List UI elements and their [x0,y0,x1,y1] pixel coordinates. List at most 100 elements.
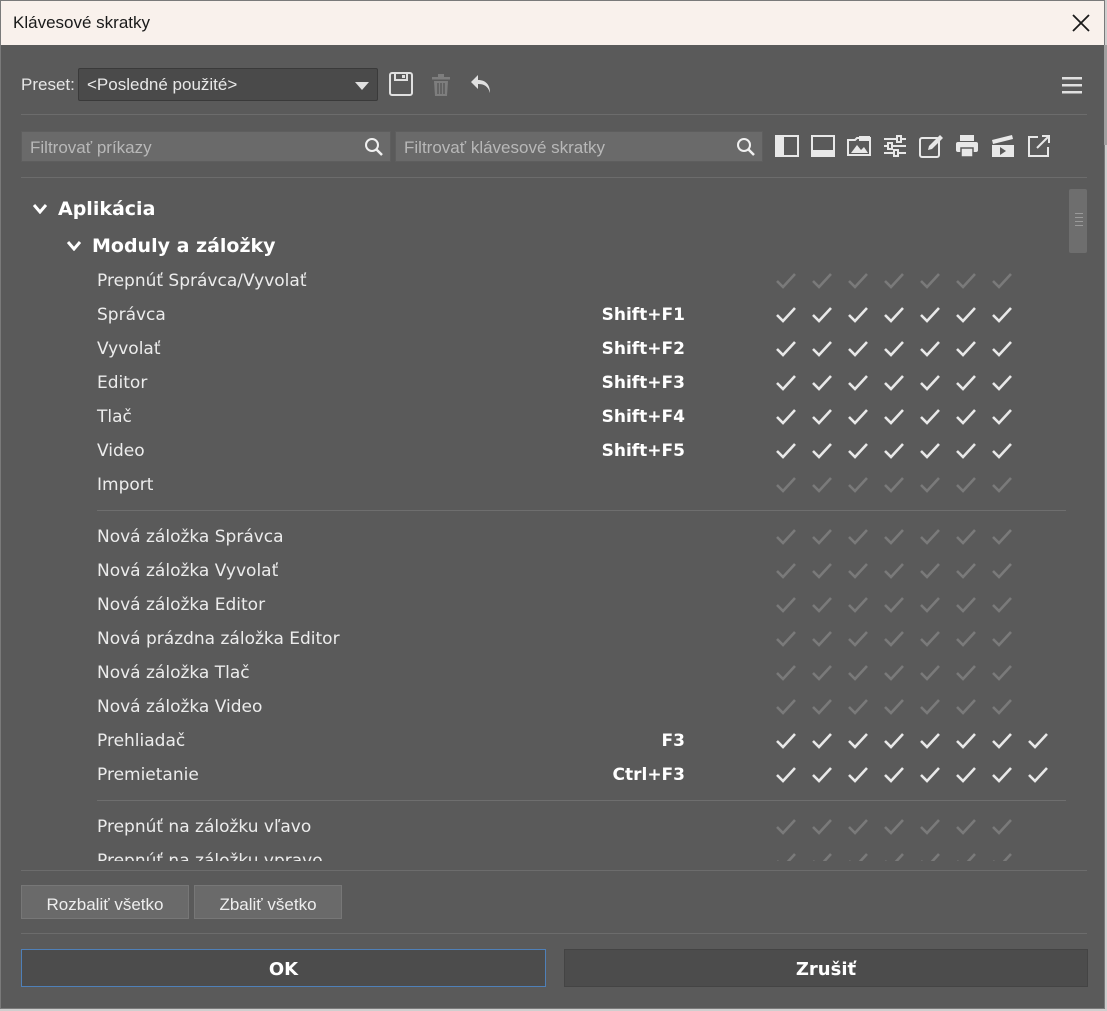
checkmark-icon[interactable] [811,373,833,393]
checkmark-icon[interactable] [775,339,797,359]
checkmark-icon[interactable] [775,629,797,649]
checkmark-icon[interactable] [811,339,833,359]
checkmark-icon[interactable] [847,731,869,751]
checkmark-icon[interactable] [955,851,977,861]
checkmark-icon[interactable] [991,441,1013,461]
checkmark-icon[interactable] [991,595,1013,615]
checkmark-icon[interactable] [991,629,1013,649]
checkmark-icon[interactable] [847,339,869,359]
shortcut-row[interactable]: Vyvolať Shift+F2 [97,332,1066,366]
shortcut-row[interactable]: Nová záložka Vyvolať [97,554,1066,588]
scrollbar[interactable] [1067,187,1087,861]
checkmark-icon[interactable] [775,271,797,291]
checkmark-icon[interactable] [775,595,797,615]
trash-icon[interactable] [428,72,454,98]
checkmark-icon[interactable] [811,663,833,683]
checkmark-icon[interactable] [847,851,869,861]
checkmark-icon[interactable] [919,697,941,717]
export-icon[interactable] [1026,133,1052,159]
checkmark-icon[interactable] [883,561,905,581]
checkmark-icon[interactable] [955,663,977,683]
filter-commands-input[interactable]: Filtrovať príkazy [21,131,391,162]
checkmark-icon[interactable] [919,731,941,751]
checkmark-icon[interactable] [919,373,941,393]
checkmark-icon[interactable] [883,441,905,461]
checkmark-icon[interactable] [847,271,869,291]
checkmark-icon[interactable] [883,731,905,751]
checkmark-icon[interactable] [811,305,833,325]
checkmark-icon[interactable] [955,595,977,615]
checkmark-icon[interactable] [847,527,869,547]
checkmark-icon[interactable] [847,475,869,495]
chevron-down-icon[interactable] [67,241,81,251]
shortcut-row[interactable]: Editor Shift+F3 [97,366,1066,400]
undo-icon[interactable] [468,71,494,97]
checkmark-icon[interactable] [991,817,1013,837]
checkmark-icon[interactable] [919,271,941,291]
expand-all-button[interactable]: Rozbaliť všetko [21,885,189,919]
chevron-down-icon[interactable] [33,204,47,214]
shortcut-row[interactable]: Prepnúť na záložku vpravo [97,844,1066,861]
checkmark-icon[interactable] [847,407,869,427]
checkmark-icon[interactable] [883,851,905,861]
checkmark-icon[interactable] [847,817,869,837]
checkmark-icon[interactable] [811,441,833,461]
cancel-button[interactable]: Zrušiť [564,949,1088,987]
checkmark-icon[interactable] [955,561,977,581]
checkmark-icon[interactable] [775,663,797,683]
ok-button[interactable]: OK [21,949,546,987]
save-icon[interactable] [388,71,414,97]
checkmark-icon[interactable] [991,271,1013,291]
shortcut-row[interactable]: Video Shift+F5 [97,434,1066,468]
checkmark-icon[interactable] [919,561,941,581]
shortcut-row[interactable]: Import [97,468,1066,502]
checkmark-icon[interactable] [991,731,1013,751]
checkmark-icon[interactable] [775,765,797,785]
checkmark-icon[interactable] [991,527,1013,547]
checkmark-icon[interactable] [919,441,941,461]
checkmark-icon[interactable] [955,629,977,649]
shortcut-row[interactable]: Prepnúť Správca/Vyvolať [97,264,1066,298]
checkmark-icon[interactable] [955,271,977,291]
shortcut-row[interactable]: Správca Shift+F1 [97,298,1066,332]
manager-module-icon[interactable] [774,133,800,159]
checkmark-icon[interactable] [955,475,977,495]
checkmark-icon[interactable] [811,731,833,751]
checkmark-icon[interactable] [811,629,833,649]
close-icon[interactable] [1070,12,1092,34]
checkmark-icon[interactable] [811,697,833,717]
checkmark-icon[interactable] [847,765,869,785]
checkmark-icon[interactable] [1027,765,1049,785]
checkmark-icon[interactable] [847,697,869,717]
checkmark-icon[interactable] [991,475,1013,495]
checkmark-icon[interactable] [883,663,905,683]
checkmark-icon[interactable] [883,527,905,547]
shortcut-row[interactable]: Nová prázdna záložka Editor [97,622,1066,656]
checkmark-icon[interactable] [775,817,797,837]
checkmark-icon[interactable] [1027,731,1049,751]
checkmark-icon[interactable] [919,817,941,837]
checkmark-icon[interactable] [847,663,869,683]
checkmark-icon[interactable] [883,765,905,785]
checkmark-icon[interactable] [883,475,905,495]
checkmark-icon[interactable] [847,595,869,615]
checkmark-icon[interactable] [883,373,905,393]
checkmark-icon[interactable] [811,595,833,615]
checkmark-icon[interactable] [811,765,833,785]
checkmark-icon[interactable] [991,851,1013,861]
checkmark-icon[interactable] [883,271,905,291]
shortcut-row[interactable]: Nová záložka Tlač [97,656,1066,690]
checkmark-icon[interactable] [919,339,941,359]
checkmark-icon[interactable] [811,817,833,837]
checkmark-icon[interactable] [847,373,869,393]
checkmark-icon[interactable] [775,305,797,325]
checkmark-icon[interactable] [955,731,977,751]
adjustments-icon[interactable] [882,133,908,159]
checkmark-icon[interactable] [919,765,941,785]
folder-image-icon[interactable] [846,133,872,159]
shortcut-row[interactable]: Prepnúť na záložku vľavo [97,810,1066,844]
checkmark-icon[interactable] [811,561,833,581]
menu-icon[interactable] [1059,73,1085,99]
checkmark-icon[interactable] [919,305,941,325]
shortcut-row[interactable]: Nová záložka Správca [97,520,1066,554]
